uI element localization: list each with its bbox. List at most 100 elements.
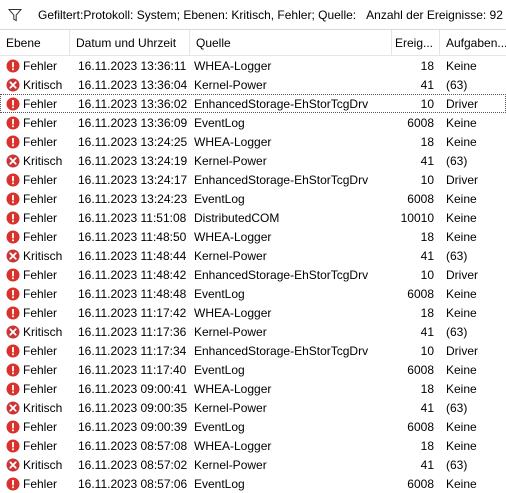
event-row[interactable]: Kritisch 16.11.2023 13:24:19 Kernel-Power 4… (0, 151, 506, 170)
event-level-label: Fehler (23, 229, 58, 244)
event-level-label: Fehler (23, 305, 58, 320)
column-header-date[interactable]: Datum und Uhrzeit (70, 30, 190, 55)
event-level-cell: Kritisch (0, 151, 70, 170)
event-row[interactable]: Fehler 16.11.2023 13:24:25 WHEA-Logger 18 Ke… (0, 132, 506, 151)
event-row[interactable]: Fehler 16.11.2023 13:24:23 EventLog 6008 Kei… (0, 189, 506, 208)
event-row[interactable]: Fehler 16.11.2023 09:00:41 WHEA-Logger 18 Ke… (0, 379, 506, 398)
event-task-cell: Driver (446, 96, 478, 111)
event-row[interactable]: Kritisch 16.11.2023 11:17:36 Kernel-Power 4… (0, 322, 506, 341)
event-date-cell: 16.11.2023 13:24:17 (78, 172, 188, 187)
column-header-task-category[interactable]: Aufgaben... (440, 30, 506, 55)
event-source-cell: WHEA-Logger (194, 134, 272, 149)
event-date-cell: 16.11.2023 09:00:35 (78, 400, 188, 415)
event-row[interactable]: Fehler 16.11.2023 13:36:11 WHEA-Logger 18 Ke… (0, 56, 506, 75)
event-level-cell: Fehler (0, 189, 70, 208)
event-level-label: Fehler (23, 343, 58, 358)
event-task-cell: Keine (446, 476, 477, 491)
column-header-source[interactable]: Quelle (190, 30, 392, 55)
critical-icon (6, 325, 20, 338)
event-level-cell: Kritisch (0, 398, 70, 417)
event-row[interactable]: Fehler 16.11.2023 11:17:40 EventLog 6008 Kei… (0, 360, 506, 379)
event-level-cell: Kritisch (0, 246, 70, 265)
event-level-cell: Kritisch (0, 75, 70, 94)
event-date-cell: 16.11.2023 13:24:19 (78, 153, 188, 168)
event-source-cell: EventLog (194, 191, 245, 206)
column-header-row: Ebene Datum und Uhrzeit Quelle Ereig... … (0, 30, 506, 56)
critical-icon (6, 249, 20, 262)
error-icon (6, 230, 20, 243)
event-level-label: Kritisch (23, 153, 63, 168)
column-header-level[interactable]: Ebene (0, 30, 70, 55)
event-level-cell: Kritisch (0, 455, 70, 474)
event-date-cell: 16.11.2023 08:57:02 (78, 457, 188, 472)
event-date-cell: 16.11.2023 11:17:40 (78, 362, 187, 377)
event-task-cell: (63) (446, 324, 468, 339)
event-level-cell: Fehler (0, 208, 70, 227)
event-count: Anzahl der Ereignisse: 92 (366, 7, 503, 22)
event-date-cell: 16.11.2023 08:57:08 (78, 438, 188, 453)
critical-icon (6, 78, 20, 91)
event-id-cell: 18 (420, 438, 434, 453)
event-row[interactable]: Kritisch 16.11.2023 08:57:02 Kernel-Power 4… (0, 455, 506, 474)
event-level-cell: Fehler (0, 113, 70, 132)
event-level-cell: Fehler (0, 417, 70, 436)
error-icon (6, 59, 20, 72)
event-task-cell: (63) (446, 457, 468, 472)
event-id-cell: 6008 (407, 362, 434, 377)
event-level-label: Fehler (23, 267, 58, 282)
event-row[interactable]: Fehler 16.11.2023 13:24:17 EnhancedStorage… (0, 170, 506, 189)
event-level-cell: Fehler (0, 341, 70, 360)
event-id-cell: 41 (420, 77, 434, 92)
event-row[interactable]: Kritisch 16.11.2023 13:36:04 Kernel-Power 4… (0, 75, 506, 94)
event-row[interactable]: Fehler 16.11.2023 11:17:34 EnhancedStorage… (0, 341, 506, 360)
event-task-cell: (63) (446, 153, 468, 168)
event-task-cell: Driver (446, 172, 478, 187)
event-level-cell: Fehler (0, 94, 70, 113)
event-id-cell: 6008 (407, 286, 434, 301)
event-date-cell: 16.11.2023 11:17:34 (78, 343, 187, 358)
event-date-cell: 16.11.2023 13:24:25 (78, 134, 188, 149)
event-row[interactable]: Fehler 16.11.2023 11:48:48 EventLog 6008 Kei… (0, 284, 506, 303)
event-date-cell: 16.11.2023 13:36:11 (78, 58, 187, 73)
event-row[interactable]: Fehler 16.11.2023 11:48:42 EnhancedStorage… (0, 265, 506, 284)
event-level-cell: Fehler (0, 379, 70, 398)
event-row[interactable]: Kritisch 16.11.2023 11:48:44 Kernel-Power 4… (0, 246, 506, 265)
event-row[interactable]: Fehler 16.11.2023 13:36:09 EventLog 6008 Kei… (0, 113, 506, 132)
error-icon (6, 287, 20, 300)
event-source-cell: Kernel-Power (194, 248, 267, 263)
event-source-cell: EventLog (194, 362, 245, 377)
event-date-cell: 16.11.2023 11:48:44 (78, 248, 187, 263)
error-icon (6, 97, 20, 110)
event-level-label: Fehler (23, 96, 58, 111)
event-level-cell: Fehler (0, 170, 70, 189)
event-date-cell: 16.11.2023 09:00:39 (78, 419, 188, 434)
event-level-cell: Fehler (0, 284, 70, 303)
event-date-cell: 16.11.2023 11:48:50 (78, 229, 187, 244)
event-row[interactable]: Fehler 16.11.2023 13:36:02 EnhancedStorage… (0, 94, 506, 113)
event-id-cell: 6008 (407, 191, 434, 206)
event-row[interactable]: Fehler 16.11.2023 11:17:42 WHEA-Logger 18 Ke… (0, 303, 506, 322)
event-date-cell: 16.11.2023 13:36:04 (78, 77, 188, 92)
event-id-cell: 6008 (407, 476, 434, 491)
event-id-cell: 6008 (407, 419, 434, 434)
event-row[interactable]: Fehler 16.11.2023 11:48:50 WHEA-Logger 18 Ke… (0, 227, 506, 246)
event-level-label: Fehler (23, 438, 58, 453)
event-row[interactable]: Fehler 16.11.2023 09:00:39 EventLog 6008 Kei… (0, 417, 506, 436)
error-icon (6, 363, 20, 376)
event-task-cell: Keine (446, 419, 477, 434)
event-row[interactable]: Fehler 16.11.2023 08:57:06 EventLog 6008 Kei… (0, 474, 506, 493)
event-task-cell: (63) (446, 77, 468, 92)
column-header-event-id[interactable]: Ereig... (392, 30, 440, 55)
event-source-cell: EventLog (194, 115, 245, 130)
error-icon (6, 135, 20, 148)
event-task-cell: Keine (446, 438, 477, 453)
event-source-cell: EventLog (194, 286, 245, 301)
event-row[interactable]: Kritisch 16.11.2023 09:00:35 Kernel-Power 4… (0, 398, 506, 417)
event-id-cell: 18 (420, 134, 434, 149)
event-task-cell: Keine (446, 58, 477, 73)
event-source-cell: WHEA-Logger (194, 381, 272, 396)
event-level-label: Fehler (23, 210, 58, 225)
event-row[interactable]: Fehler 16.11.2023 08:57:08 WHEA-Logger 18 Ke… (0, 436, 506, 455)
error-icon (6, 477, 20, 490)
event-row[interactable]: Fehler 16.11.2023 11:51:08 DistributedCOM 1… (0, 208, 506, 227)
